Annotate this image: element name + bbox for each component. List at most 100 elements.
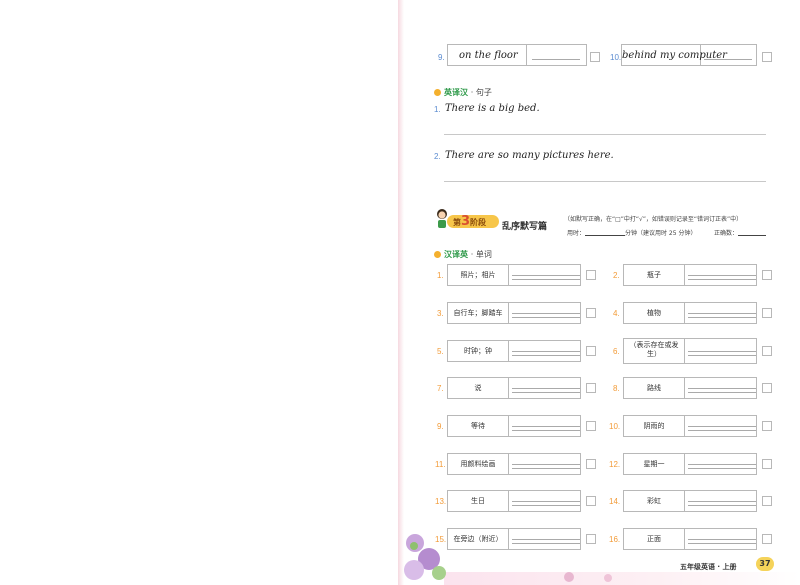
chinese-word: 用颜料绘画	[460, 460, 496, 468]
write-line	[688, 355, 756, 356]
write-line	[512, 355, 580, 356]
word-section-title: 汉译英 · 单词	[434, 249, 492, 260]
write-line	[688, 539, 756, 540]
answer-checkbox[interactable]	[586, 308, 596, 318]
write-line	[512, 388, 580, 389]
chinese-word: 植物	[647, 309, 661, 317]
item-number: 11.	[435, 460, 446, 469]
workbook-page: 9. on the floor 10. behind my computer 英…	[404, 0, 800, 585]
item-number: 2.	[434, 152, 441, 161]
correct-count: 正确数：	[714, 228, 767, 237]
answer-checkbox[interactable]	[762, 270, 772, 280]
chinese-word: 生日	[471, 497, 485, 505]
answer-checkbox[interactable]	[762, 459, 772, 469]
footer-band	[444, 572, 800, 585]
chinese-word: 阴雨的	[643, 422, 665, 430]
answer-checkbox[interactable]	[586, 421, 596, 431]
write-line	[512, 468, 580, 469]
write-line	[688, 392, 756, 393]
flower-icon	[604, 574, 612, 582]
write-line	[512, 351, 580, 352]
write-line	[688, 505, 756, 506]
chinese-word: 瓶子	[647, 271, 661, 279]
write-line	[512, 501, 580, 502]
chinese-word: 说	[474, 384, 482, 392]
book-title: 五年级英语 · 上册	[680, 563, 737, 571]
write-line	[688, 388, 756, 389]
answer-checkbox[interactable]	[762, 534, 772, 544]
item-number: 10.	[609, 422, 621, 431]
write-line	[688, 543, 756, 544]
chinese-word: 时钟；钟	[464, 347, 492, 355]
write-line	[688, 351, 756, 352]
write-line	[688, 464, 756, 465]
item-number: 14.	[609, 497, 621, 506]
stage-name: 乱序默写篇	[502, 222, 548, 232]
write-line	[512, 317, 580, 318]
write-line	[688, 275, 756, 276]
answer-checkbox[interactable]	[586, 346, 596, 356]
answer-checkbox[interactable]	[586, 534, 596, 544]
flower-icon	[404, 560, 424, 580]
chinese-word: 等待	[471, 422, 485, 430]
chinese-word: 星期一	[643, 460, 665, 468]
item-number: 10.	[610, 53, 622, 62]
write-line	[688, 317, 756, 318]
answer-checkbox[interactable]	[762, 346, 772, 356]
write-line	[688, 501, 756, 502]
chinese-word: 正面	[647, 535, 661, 543]
answer-checkbox[interactable]	[762, 52, 772, 62]
item-number: 3.	[437, 309, 444, 318]
write-line	[512, 275, 580, 276]
chinese-word: 彩虹	[647, 497, 661, 505]
leaf-icon	[432, 566, 446, 580]
item-number: 15.	[435, 535, 447, 544]
write-line	[512, 464, 580, 465]
item-number: 2.	[613, 271, 620, 280]
answer-checkbox[interactable]	[590, 52, 600, 62]
answer-checkbox[interactable]	[762, 496, 772, 506]
item-number: 16.	[609, 535, 621, 544]
item-number: 1.	[434, 105, 441, 114]
sentence-section-title: 英译汉 · 句子	[434, 87, 492, 98]
write-line	[512, 543, 580, 544]
item-number: 6.	[613, 347, 620, 356]
time-blank[interactable]	[585, 229, 626, 236]
write-line	[704, 59, 752, 60]
chinese-word: 自行车；脚踏车	[453, 309, 503, 317]
write-line	[688, 279, 756, 280]
write-line	[688, 468, 756, 469]
answer-checkbox[interactable]	[586, 496, 596, 506]
time-note: 用时： 分钟（建议用时 25 分钟）	[567, 229, 697, 237]
item-number: 9.	[437, 422, 444, 431]
item-number: 13.	[435, 497, 447, 506]
answer-checkbox[interactable]	[586, 459, 596, 469]
chinese-word: 在旁边（附近）	[453, 535, 503, 543]
write-line	[512, 279, 580, 280]
write-line	[512, 313, 580, 314]
answer-line	[444, 181, 766, 182]
instruction-note: （如默写正确，在“□”中打“√”，如错误则记录至“错词订正表”中）	[564, 216, 743, 223]
answer-checkbox[interactable]	[762, 383, 772, 393]
answer-checkbox[interactable]	[586, 383, 596, 393]
item-number: 7.	[437, 384, 444, 393]
correct-blank[interactable]	[738, 229, 767, 236]
chinese-word: （表示存在或发生）	[629, 341, 679, 358]
stage-badge: 第3阶段	[437, 210, 499, 232]
item-number: 1.	[437, 271, 444, 280]
write-line	[512, 426, 580, 427]
answer-checkbox[interactable]	[586, 270, 596, 280]
write-line	[688, 426, 756, 427]
write-line	[688, 313, 756, 314]
page-number: 37	[756, 557, 774, 571]
chinese-word: 照片；相片	[460, 271, 496, 279]
leaf-icon	[410, 542, 418, 550]
answer-checkbox[interactable]	[762, 308, 772, 318]
sentence-text: There are so many pictures here.	[445, 150, 614, 161]
flower-icon	[564, 572, 574, 582]
bullet-dot-icon	[434, 251, 441, 258]
write-line	[512, 539, 580, 540]
item-number: 4.	[613, 309, 620, 318]
item-number: 12.	[609, 460, 621, 469]
answer-checkbox[interactable]	[762, 421, 772, 431]
